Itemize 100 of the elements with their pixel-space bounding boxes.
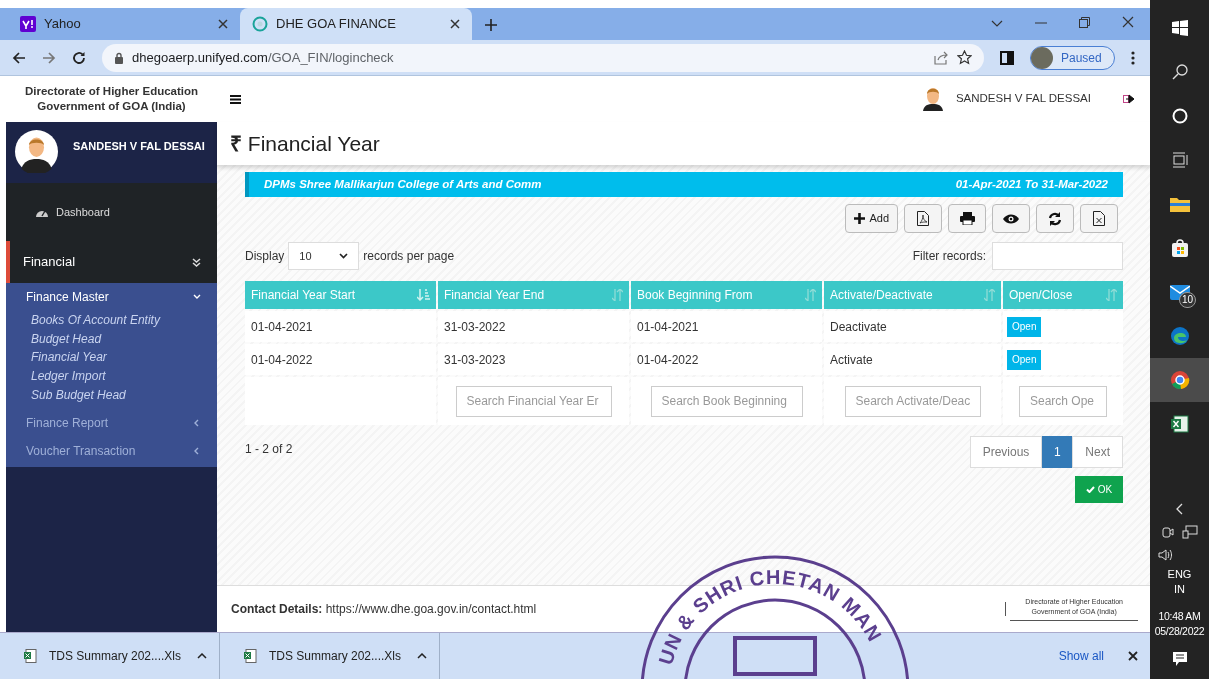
download-item[interactable]: TDS Summary 202....Xls [0,633,220,679]
profile-button[interactable]: Paused [1030,45,1115,70]
network-icon[interactable] [1181,525,1198,539]
display-label: Display [245,248,285,265]
refresh-icon [1048,211,1062,226]
submenu-link[interactable]: Ledger Import [31,367,217,386]
print-button[interactable] [948,204,986,233]
close-icon[interactable] [1122,16,1134,28]
camera-icon[interactable] [1161,525,1174,539]
table-cell-text: 01-04-2022 [637,351,699,369]
add-button[interactable]: Add [845,204,898,233]
sidebar-section[interactable]: Financial [6,241,217,283]
printer-icon [959,212,975,225]
records-info: 1 - 2 of 2 [245,441,293,458]
user-name: SANDESH V FAL DESSAI [73,139,205,154]
circle-icon[interactable] [1171,108,1188,124]
star-icon[interactable] [957,50,972,65]
folder-icon[interactable] [1169,196,1190,212]
table-cell-text: 01-04-2021 [637,318,699,336]
column-search-field[interactable]: Search Activate/Deac [844,385,981,417]
eye-icon [1003,213,1019,224]
download-item[interactable]: TDS Summary 202....Xls [220,633,440,679]
filter-label: Filter records: [912,248,986,265]
excel-export-button[interactable] [1080,204,1118,233]
plus-icon [854,213,866,224]
show-all-link[interactable]: Show all [1058,647,1104,665]
submenu-link[interactable]: Books Of Account Entity [31,311,217,330]
sidebar-group[interactable]: Voucher Transaction [6,436,217,465]
chevron-up-icon[interactable] [417,653,427,659]
organization-name: Directorate of Higher Education [24,84,199,99]
contact-details: Contact Details: https://www.dhe.goa.gov.in/contact.html [231,601,537,618]
forward-arrow-icon[interactable] [42,50,56,65]
table-cell-text: 31-03-2023 [444,351,506,369]
excel-file-icon [1093,211,1105,226]
share-icon[interactable] [934,50,949,65]
previous-page-button[interactable]: Previous [969,436,1043,468]
search-icon[interactable] [1171,64,1188,80]
submenu-link[interactable]: Budget Head [31,329,217,349]
page-number-button[interactable]: 1 [1042,436,1073,468]
sidebar-group[interactable]: Finance Master [6,283,217,311]
table-cell-text: Deactivate [830,318,887,336]
spreadsheet-file-icon [24,649,37,663]
page-size-select[interactable]: 10 [288,242,360,270]
browser-swirl-icon[interactable] [1169,326,1190,346]
table-cell-text: Activate [830,351,873,369]
page-title: ₹ Financial Year [230,130,380,157]
browser-tab[interactable]: DHE GOA FINANCE [240,8,472,40]
new-tab-icon[interactable] [484,18,498,32]
filter-field[interactable] [992,242,1123,270]
chrome-icon[interactable] [1169,370,1190,390]
refresh-button[interactable] [1036,204,1074,233]
address-bar[interactable]: dhegoaerp.unifyed.com/GOA_FIN/logincheck [102,43,984,72]
chevron-down-icon [339,253,349,259]
submenu-link[interactable]: Financial Year [31,348,217,368]
column-search-field[interactable]: Search Book Beginning [650,385,803,417]
avatar-icon [1031,46,1053,69]
submenu-link[interactable]: Sub Budget Head [31,385,217,405]
records-per-page-label: records per page [363,248,455,265]
windows-logo-icon[interactable] [1171,20,1188,36]
chevron-down-icon[interactable] [991,20,1003,28]
next-page-button[interactable]: Next [1072,436,1123,468]
close-icon[interactable] [218,19,228,29]
notification-icon[interactable] [1172,652,1187,666]
speaker-icon[interactable] [1158,549,1172,561]
menu-icon[interactable] [230,94,241,104]
checkmark-icon [1085,486,1095,493]
lock-icon [114,51,124,64]
college-banner: DPMs Shree Mallikarjun College of Arts and Comm 01-Apr-2021 To 31-Mar-2022 [245,172,1123,197]
logout-icon[interactable] [1123,94,1134,104]
side-panel-icon[interactable] [1000,50,1014,65]
pdf-file-icon [917,211,929,226]
sidebar-group[interactable]: Finance Report [6,408,217,437]
header-user-name[interactable]: SANDESH V FAL DESSAI [955,90,1091,108]
clock[interactable]: 10:48 AM 05/28/2022 [1150,609,1209,639]
view-button[interactable] [992,204,1030,233]
shopping-bag-icon[interactable] [1170,239,1189,257]
task-view-icon[interactable] [1171,152,1188,168]
user-avatar-icon [15,130,58,173]
table-cell-text: 01-04-2021 [251,318,313,336]
more-menu-icon[interactable] [1130,50,1135,65]
column-search-field[interactable]: Search Financial Year Er [455,385,612,417]
notification-count-badge: 10 [1179,292,1197,308]
pdf-export-button[interactable] [904,204,942,233]
ok-button[interactable]: OK [1075,476,1123,503]
back-arrow-icon[interactable] [12,50,26,65]
user-avatar-icon [921,87,944,111]
reload-icon[interactable] [72,50,86,65]
chevron-up-icon[interactable] [197,653,207,659]
spreadsheet-file-icon [244,649,257,663]
close-icon[interactable] [1128,651,1138,661]
column-search-field[interactable]: Search Ope [1019,385,1107,417]
sidebar-item[interactable]: Dashboard [56,203,110,221]
language-indicator[interactable]: ENG IN [1150,565,1209,599]
yahoo-logo-icon [20,16,36,32]
close-icon[interactable] [450,19,460,29]
table-cell-text: 01-04-2022 [251,351,313,369]
restore-icon[interactable] [1079,17,1090,28]
chevron-left-icon[interactable] [1176,503,1183,515]
globe-icon [252,16,268,32]
spreadsheet-icon[interactable] [1170,415,1189,433]
